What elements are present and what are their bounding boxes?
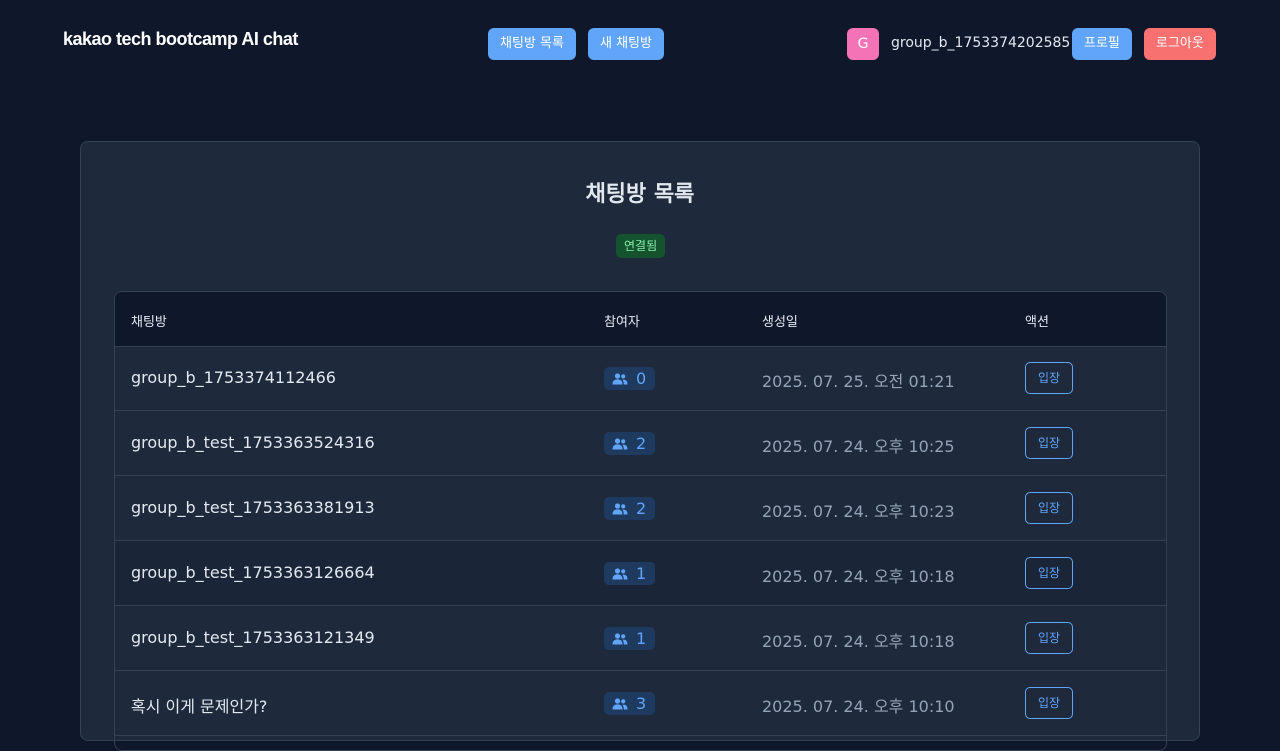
table-row[interactable]: group_b_test_1753363524316 2 2025. 07. 2…	[115, 411, 1166, 476]
participant-count-badge: 1	[604, 562, 656, 585]
table-row[interactable]: group_b_test_1753363126664 1 2025. 07. 2…	[115, 541, 1166, 606]
table-header: 채팅방 참여자 생성일 액션	[115, 292, 1166, 347]
enter-room-button[interactable]: 입장	[1025, 427, 1073, 459]
enter-room-button[interactable]: 입장	[1025, 492, 1073, 524]
logout-button[interactable]: 로그아웃	[1144, 28, 1216, 60]
created-date: 2025. 07. 24. 오후 10:23	[762, 502, 955, 521]
users-icon	[612, 502, 628, 514]
new-room-button[interactable]: 새 채팅방	[588, 28, 664, 60]
created-date: 2025. 07. 24. 오후 10:18	[762, 567, 955, 586]
users-icon	[612, 632, 628, 644]
enter-room-button[interactable]: 입장	[1025, 687, 1073, 719]
participant-count-badge: 3	[604, 692, 656, 715]
participant-count-badge: 1	[604, 627, 656, 650]
top-navbar: kakao tech bootcamp AI chat 채팅방 목록 새 채팅방…	[0, 0, 1280, 88]
room-name: group_b_test_1753363126664	[131, 563, 375, 582]
table-row[interactable]: group_b_1753374112466 0 2025. 07. 25. 오전…	[115, 346, 1166, 411]
page-title: 채팅방 목록	[585, 182, 695, 207]
participant-count: 1	[636, 629, 647, 648]
participant-count: 0	[636, 369, 647, 388]
enter-room-button[interactable]: 입장	[1025, 622, 1073, 654]
username-label: group_b_1753374202585	[891, 35, 1071, 51]
column-header-action: 액션	[1025, 315, 1049, 330]
column-header-participants: 참여자	[604, 315, 640, 330]
participant-count: 1	[636, 564, 647, 583]
profile-button[interactable]: 프로필	[1072, 28, 1132, 60]
created-date: 2025. 07. 25. 오전 01:21	[762, 372, 955, 391]
created-date: 2025. 07. 24. 오후 10:18	[762, 632, 955, 651]
room-list-button[interactable]: 채팅방 목록	[488, 28, 576, 60]
column-header-room: 채팅방	[131, 315, 167, 330]
users-icon	[612, 437, 628, 449]
participant-count-badge: 2	[604, 432, 656, 455]
room-name: group_b_test_1753363524316	[131, 433, 375, 452]
users-icon	[612, 567, 628, 579]
column-header-created: 생성일	[762, 315, 798, 330]
room-table: 채팅방 참여자 생성일 액션 group_b_1753374112466 0 2…	[114, 291, 1167, 751]
room-name: group_b_test_1753363381913	[131, 498, 375, 517]
enter-room-button[interactable]: 입장	[1025, 362, 1073, 394]
avatar[interactable]: G	[847, 28, 879, 60]
room-name: 혹시 이게 문제인가?	[131, 697, 268, 716]
participant-count-badge: 0	[604, 367, 656, 390]
participant-count: 2	[636, 499, 647, 518]
room-name: group_b_1753374112466	[131, 368, 336, 387]
created-date: 2025. 07. 24. 오후 10:25	[762, 437, 955, 456]
participant-count: 3	[636, 694, 647, 713]
participant-count: 2	[636, 434, 647, 453]
enter-room-button[interactable]: 입장	[1025, 557, 1073, 589]
room-name: group_b_test_1753363121349	[131, 628, 375, 647]
table-row[interactable]: 혹시 이게 문제인가? 3 2025. 07. 24. 오후 10:10 입장	[115, 671, 1166, 736]
created-date: 2025. 07. 24. 오후 10:10	[762, 697, 955, 716]
users-icon	[612, 372, 628, 384]
connection-status-badge: 연결됨	[616, 234, 666, 258]
table-row[interactable]: group_b_test_1753363121349 1 2025. 07. 2…	[115, 606, 1166, 671]
app-logo[interactable]: kakao tech bootcamp AI chat	[63, 29, 298, 50]
table-row[interactable]: group_b_test_1753363381913 2 2025. 07. 2…	[115, 476, 1166, 541]
participant-count-badge: 2	[604, 497, 656, 520]
room-list-card: 채팅방 목록 연결됨 채팅방 참여자 생성일 액션 group_b_175337…	[80, 141, 1200, 751]
users-icon	[612, 697, 628, 709]
